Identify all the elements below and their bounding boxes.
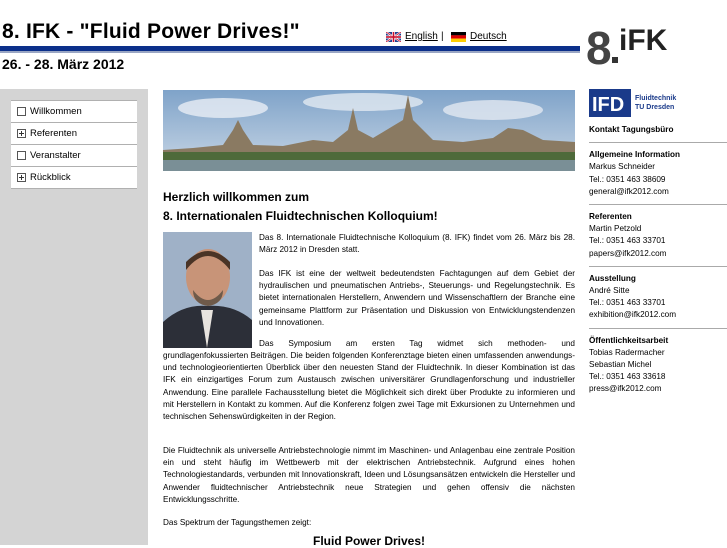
dresden-panorama-image [163,90,575,171]
section-heading: Allgemeine Information [589,150,680,160]
uk-flag-icon [386,31,401,42]
divider [589,142,727,144]
contact-email[interactable]: press@ifk2012.com [589,383,727,395]
contact-name: André Sitte [589,286,630,296]
language-english-link[interactable]: English [386,31,438,42]
ifk-logo[interactable]: 8 iFK [583,20,685,70]
ifk-description-paragraph: Das IFK ist eine der weltweit bedeutends… [259,269,575,327]
germany-flag-icon [451,31,466,42]
nav-item-label: Rückblick [30,172,71,183]
expand-plus-icon[interactable] [17,173,26,182]
nav-item-rueckblick[interactable]: Rückblick [11,167,137,189]
contact-section-referenten: Referenten Martin Petzold Tel.: 0351 463… [589,211,727,260]
welcome-line-1: Herzlich willkommen zum [163,190,310,204]
nav-item-label: Referenten [30,128,78,139]
contact-section-press: Öffentlichkeitsarbeit Tobias Radermacher… [589,335,727,396]
divider [589,327,727,329]
symposium-paragraph: grundlagenfokussierten Beiträgen. Die be… [163,351,575,422]
page-title: 8. IFK - "Fluid Power Drives!" [2,20,300,43]
topics-intro: Das Spektrum der Tagungsthemen zeigt: [163,518,312,527]
contact-email[interactable]: general@ifk2012.com [589,186,727,198]
contact-phone: Tel.: 0351 463 33701 [589,236,666,246]
fluidtechnik-paragraph: Die Fluidtechnik als universelle Antrieb… [163,446,575,504]
nav-item-veranstalter[interactable]: Veranstalter [11,145,137,167]
nav-item-label: Willkommen [30,106,82,117]
fluid-power-drives-heading: Fluid Power Drives! [312,534,426,548]
event-date: 26. - 28. März 2012 [2,56,125,72]
welcome-heading: Herzlich willkommen zum 8. International… [163,188,438,226]
contact-name: Tobias Radermacher [589,347,665,357]
contact-name: Sebastian Michel [589,360,652,370]
square-icon [17,151,26,160]
ifd-line-1: Fluidtechnik [635,95,677,102]
ifd-line-2: TU Dresden [635,104,675,111]
contact-section-ausstellung: Ausstellung André Sitte Tel.: 0351 463 3… [589,273,727,322]
contact-phone: Tel.: 0351 463 33618 [589,372,666,382]
nav-item-referenten[interactable]: Referenten [11,123,137,145]
contact-phone: Tel.: 0351 463 38609 [589,174,666,184]
nav-item-label: Veranstalter [30,150,81,161]
svg-text:IFD: IFD [592,94,624,116]
contact-name: Martin Petzold [589,224,642,234]
portrait-photo [163,232,252,348]
contact-email[interactable]: papers@ifk2012.com [589,248,727,260]
language-deutsch-link[interactable]: Deutsch [451,31,507,42]
divider [589,204,727,206]
section-heading: Referenten [589,212,632,222]
contact-email[interactable]: exhibition@ifk2012.com [589,309,727,321]
contact-column: IFD Fluidtechnik TU Dresden Kontakt Tagu… [589,88,727,396]
contact-title: Kontakt Tagungsbüro [589,125,674,134]
section-heading: Öffentlichkeitsarbeit [589,335,669,345]
divider [589,265,727,267]
expand-plus-icon[interactable] [17,129,26,138]
language-deutsch-label[interactable]: Deutsch [470,31,507,42]
language-separator: | [441,31,444,42]
contact-section-general: Allgemeine Information Markus Schneider … [589,149,727,198]
intro-paragraph: Das 8. Internationale Fluidtechnische Ko… [259,233,575,255]
contact-phone: Tel.: 0351 463 33701 [589,298,666,308]
logo-digit: 8 [586,22,612,70]
section-heading: Ausstellung [589,273,636,283]
ifd-logo-icon: IFD [589,89,631,117]
welcome-line-2: 8. Internationalen Fluidtechnischen Koll… [163,209,438,223]
nav-item-willkommen[interactable]: Willkommen [11,101,137,123]
contact-name: Markus Schneider [589,162,655,172]
main-nav: Willkommen Referenten Veranstalter Rückb… [11,100,137,189]
square-icon [17,107,26,116]
language-english-label[interactable]: English [405,31,438,42]
logo-text: iFK [619,24,668,57]
ifd-logo[interactable]: IFD Fluidtechnik TU Dresden [589,88,727,118]
header-bar-shadow [0,51,580,53]
symposium-paragraph-start: Das Symposium am ersten Tag widmet sich … [259,339,575,348]
